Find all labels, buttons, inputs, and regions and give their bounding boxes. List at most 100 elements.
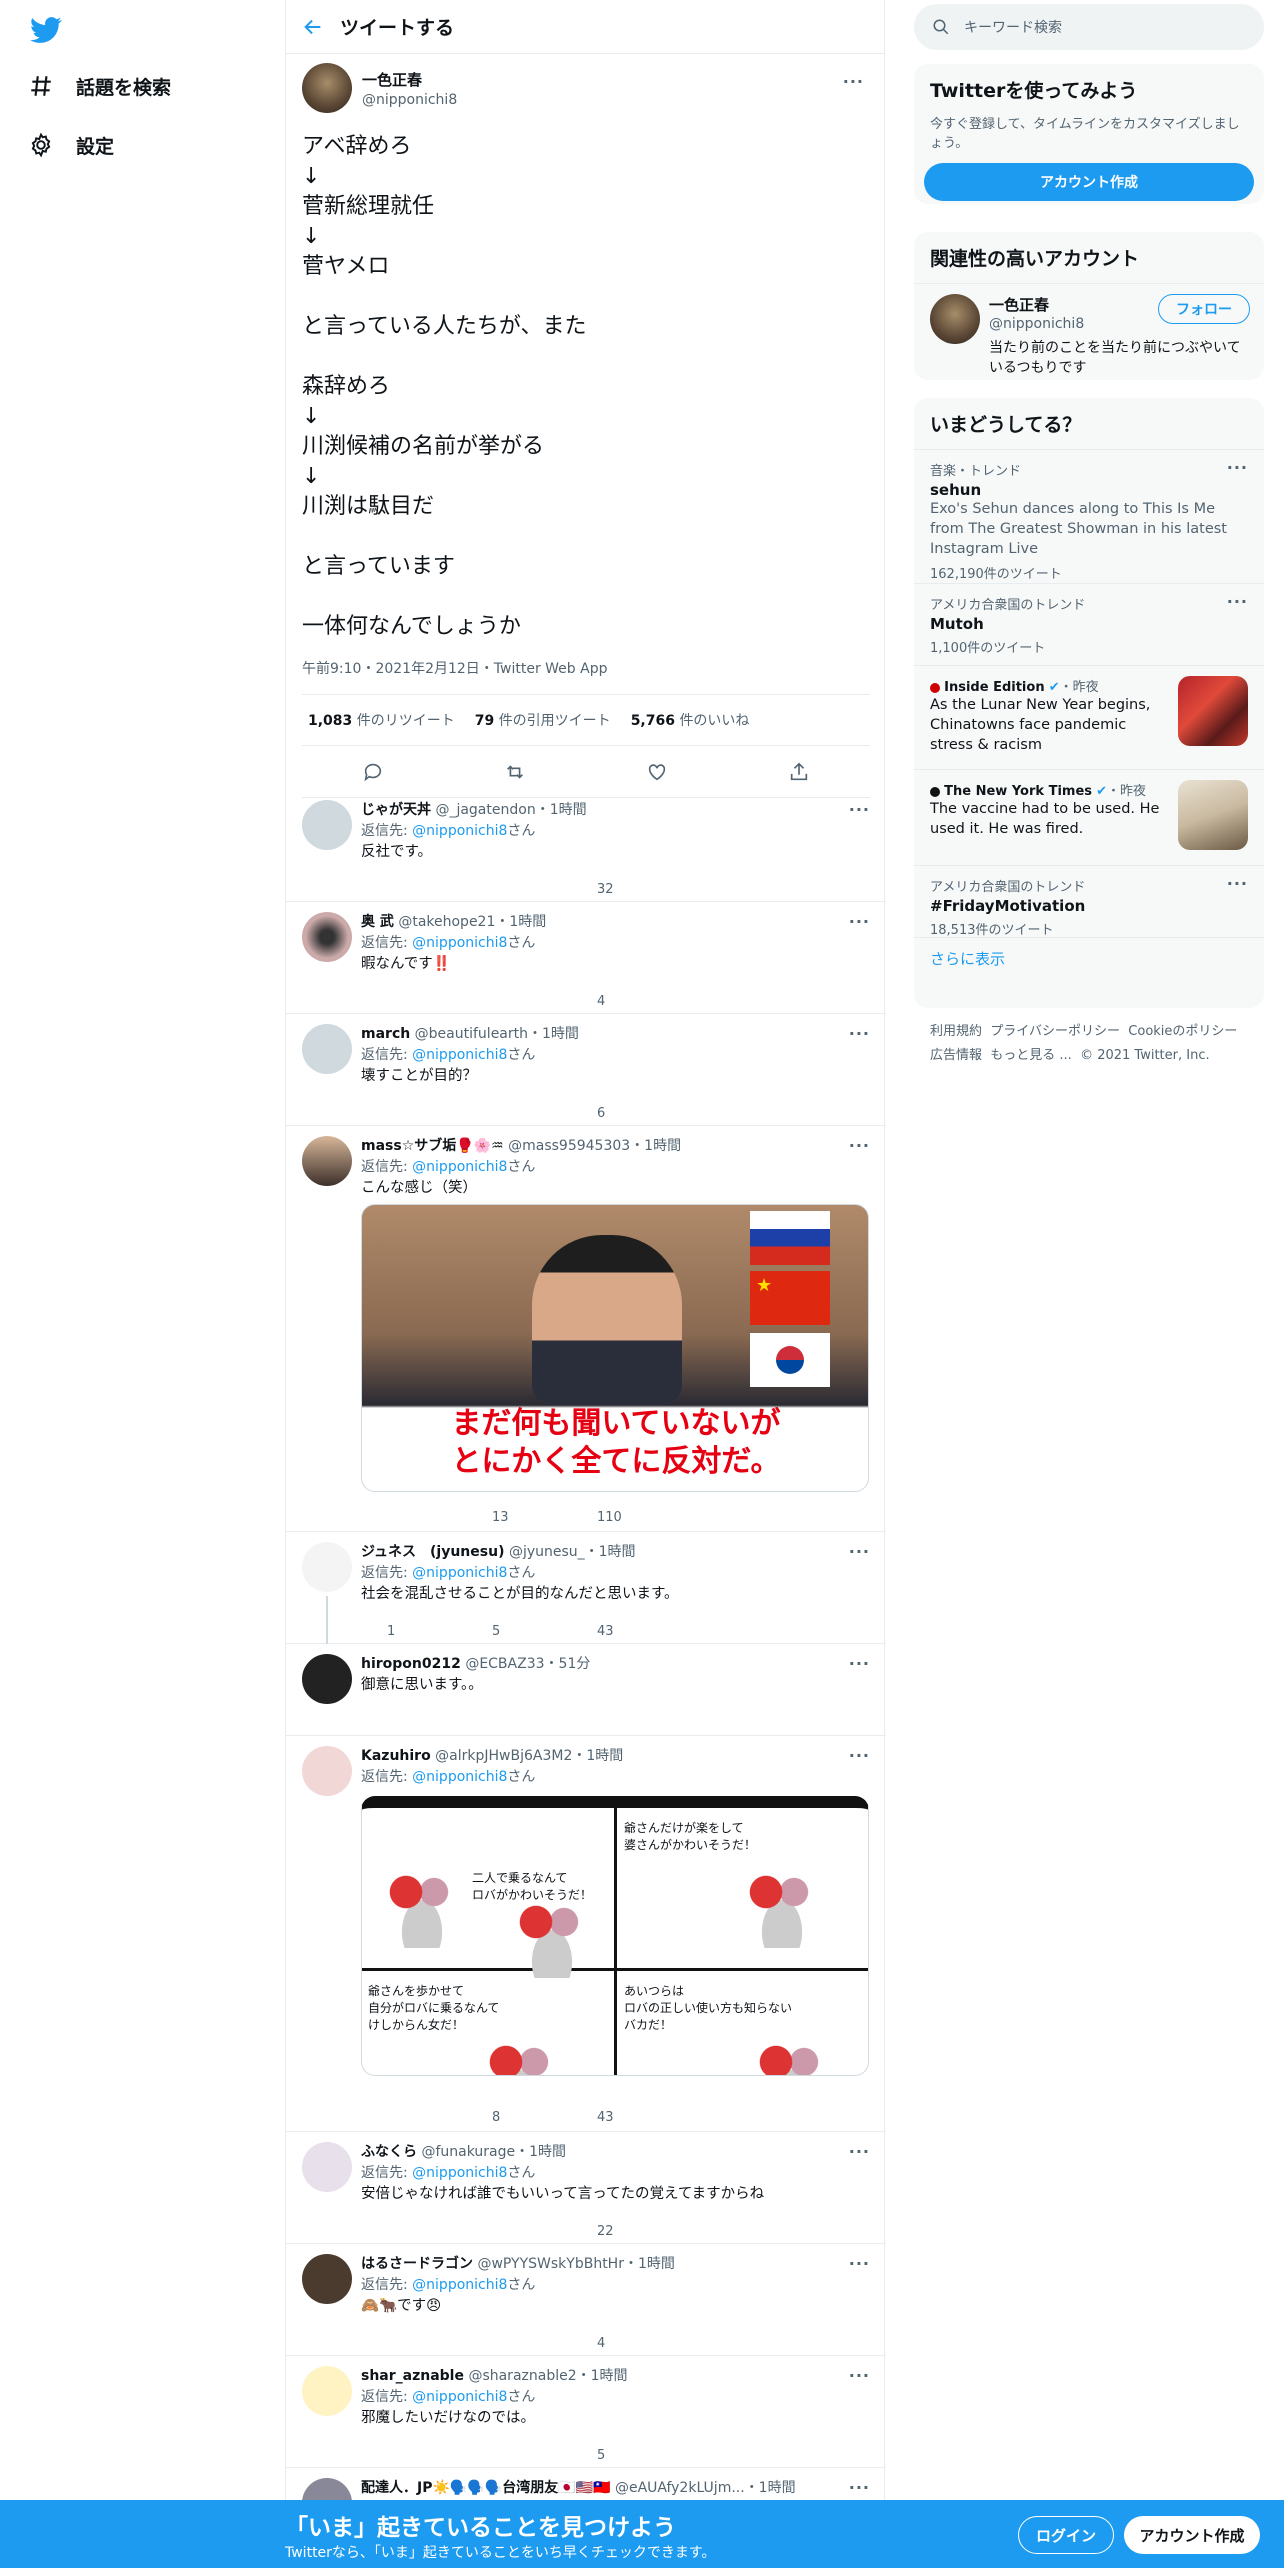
- reply-time[interactable]: ・51分: [545, 1656, 591, 1672]
- reply-tweet[interactable]: ふなくら @funakurage・1時間 返信先: @nipponichi8さん安…: [286, 2132, 886, 2244]
- follow-button[interactable]: フォロー: [1158, 294, 1250, 324]
- reply-time[interactable]: ・1時間: [515, 2144, 566, 2160]
- avatar[interactable]: [302, 2254, 352, 2304]
- nav-explore[interactable]: 話題を検索: [28, 66, 171, 106]
- retweet-icon[interactable]: [504, 761, 526, 783]
- more-icon[interactable]: ···: [849, 800, 870, 819]
- more-icon[interactable]: ···: [1227, 458, 1248, 477]
- like-stat[interactable]: 5,766 件のいいね: [631, 710, 750, 730]
- news-item[interactable]: Inside Edition ✔・昨夜 As the Lunar New Yea…: [914, 665, 1264, 769]
- reply-author-name[interactable]: はるさードラゴン: [361, 2256, 473, 2272]
- reply-tweet[interactable]: shar_aznable @sharaznable2・1時間 返信先: @nipp…: [286, 2356, 886, 2468]
- share-action[interactable]: [676, 2106, 781, 2128]
- avatar[interactable]: [302, 1542, 352, 1592]
- nav-settings[interactable]: 設定: [28, 125, 114, 165]
- reply-action[interactable]: [361, 878, 466, 900]
- reply-tweet[interactable]: Kazuhiro @alrkpJHwBj6A3M2・1時間 返信先: @nippo…: [286, 1736, 886, 2132]
- like-action[interactable]: 110: [571, 1506, 676, 1528]
- reply-author-handle[interactable]: @jyunesu_: [509, 1544, 585, 1560]
- more-icon[interactable]: ···: [849, 2254, 870, 2273]
- share-action[interactable]: [676, 1102, 781, 1124]
- avatar[interactable]: [930, 294, 980, 344]
- retweet-action[interactable]: 5: [466, 1620, 571, 1642]
- reply-author-handle[interactable]: @wPYYSWskYbBhtHr: [477, 2256, 624, 2272]
- avatar[interactable]: [302, 2142, 352, 2192]
- author-name[interactable]: 一色正春: [362, 69, 457, 90]
- reply-author-handle[interactable]: @alrkpJHwBj6A3M2: [435, 1748, 572, 1764]
- reply-tweet[interactable]: hiropon0212 @ECBAZ33・51分 御意に思います。。 ···: [286, 1644, 886, 1736]
- reply-tweet[interactable]: march @beautifulearth・1時間 返信先: @nipponich…: [286, 1014, 886, 1126]
- reply-author-name[interactable]: Kazuhiro: [361, 1748, 431, 1764]
- avatar[interactable]: [302, 1746, 352, 1796]
- reply-author-handle[interactable]: @sharaznable2: [468, 2368, 576, 2384]
- reply-tweet[interactable]: じゃが天丼 @_jagatendon・1時間 返信先: @nipponichi8さ…: [286, 790, 886, 902]
- reply-action[interactable]: [361, 1102, 466, 1124]
- reply-author-handle[interactable]: @_jagatendon: [435, 802, 535, 818]
- trend-item[interactable]: 音楽・トレンド sehun Exo's Sehun dances along t…: [914, 449, 1264, 583]
- like-action[interactable]: 43: [571, 2106, 676, 2128]
- footer-link[interactable]: 利用規約: [930, 1024, 982, 1039]
- share-action[interactable]: [676, 1712, 781, 1734]
- tweet-image[interactable]: 二人で乗るなんて ロバがかわいそうだ！ 爺さんだけが楽をして 婆さんがかわいそうだ…: [361, 1796, 869, 2076]
- avatar[interactable]: [302, 1654, 352, 1704]
- reply-time[interactable]: ・1時間: [572, 1748, 623, 1764]
- reply-action[interactable]: [361, 2444, 466, 2466]
- search-bar[interactable]: キーワード検索: [914, 4, 1264, 50]
- retweet-action[interactable]: 13: [466, 1506, 571, 1528]
- login-button[interactable]: ログイン: [1018, 2516, 1114, 2554]
- replying-to-link[interactable]: @nipponichi8: [412, 2165, 507, 2181]
- share-icon[interactable]: [788, 761, 810, 783]
- reply-action[interactable]: [361, 2220, 466, 2242]
- reply-icon[interactable]: [362, 761, 384, 783]
- more-icon[interactable]: ···: [1227, 874, 1248, 893]
- reply-author-name[interactable]: mass☆サブ垢🥊🌸♒: [361, 1138, 504, 1154]
- share-action[interactable]: [676, 990, 781, 1012]
- reply-author-handle[interactable]: @funakurage: [421, 2144, 515, 2160]
- reply-author-handle[interactable]: @ECBAZ33: [465, 1656, 544, 1672]
- related-account[interactable]: 一色正春 @nipponichi8 当たり前のことを当たり前につぶやいているつも…: [914, 283, 1264, 379]
- avatar[interactable]: [302, 1136, 352, 1186]
- share-action[interactable]: [676, 878, 781, 900]
- like-action[interactable]: [571, 1712, 676, 1734]
- footer-link[interactable]: もっと見る ...: [990, 1048, 1072, 1063]
- share-action[interactable]: [676, 2444, 781, 2466]
- reply-time[interactable]: ・1時間: [528, 1026, 579, 1042]
- reply-time[interactable]: ・1時間: [624, 2256, 675, 2272]
- more-icon[interactable]: ···: [849, 1136, 870, 1155]
- replying-to-link[interactable]: @nipponichi8: [412, 1565, 507, 1581]
- reply-author-name[interactable]: hiropon0212: [361, 1656, 461, 1672]
- reply-tweet[interactable]: はるさードラゴン @wPYYSWskYbBhtHr・1時間 返信先: @nippo…: [286, 2244, 886, 2356]
- share-action[interactable]: [676, 1620, 781, 1642]
- reply-author-handle[interactable]: @eAUAfy2kLUjm...: [615, 2480, 745, 2496]
- retweet-action[interactable]: [466, 1102, 571, 1124]
- tweet-image[interactable]: ★ まだ何も聞いていないが とにかく全てに反対だ。: [361, 1204, 869, 1492]
- footer-link[interactable]: 広告情報: [930, 1048, 982, 1063]
- twitter-logo-icon[interactable]: [28, 14, 64, 46]
- more-icon[interactable]: ···: [849, 1746, 870, 1765]
- reply-time[interactable]: ・1時間: [495, 914, 546, 930]
- search-input[interactable]: キーワード検索: [964, 17, 1062, 37]
- like-action[interactable]: 6: [571, 1102, 676, 1124]
- reply-author-handle[interactable]: @beautifulearth: [415, 1026, 528, 1042]
- more-icon[interactable]: ···: [843, 72, 864, 91]
- retweet-action[interactable]: [466, 990, 571, 1012]
- more-icon[interactable]: ···: [849, 912, 870, 931]
- share-action[interactable]: [676, 2332, 781, 2354]
- like-action[interactable]: 43: [571, 1620, 676, 1642]
- more-icon[interactable]: ···: [849, 1542, 870, 1561]
- replying-to-link[interactable]: @nipponichi8: [412, 935, 507, 951]
- show-more-link[interactable]: さらに表示: [914, 937, 1264, 987]
- reply-time[interactable]: ・1時間: [577, 2368, 628, 2384]
- reply-time[interactable]: ・1時間: [585, 1544, 636, 1560]
- avatar[interactable]: [302, 1024, 352, 1074]
- avatar[interactable]: [302, 63, 352, 113]
- tweet-timestamp[interactable]: 午前9:10・2021年2月12日・Twitter Web App: [302, 658, 870, 678]
- avatar[interactable]: [302, 912, 352, 962]
- reply-action[interactable]: [361, 1506, 466, 1528]
- more-icon[interactable]: ···: [849, 2366, 870, 2385]
- reply-author-name[interactable]: ふなくら: [361, 2144, 417, 2160]
- share-action[interactable]: [676, 1506, 781, 1528]
- create-account-button[interactable]: アカウント作成: [924, 163, 1254, 201]
- replying-to-link[interactable]: @nipponichi8: [412, 1159, 507, 1175]
- share-action[interactable]: [676, 2220, 781, 2242]
